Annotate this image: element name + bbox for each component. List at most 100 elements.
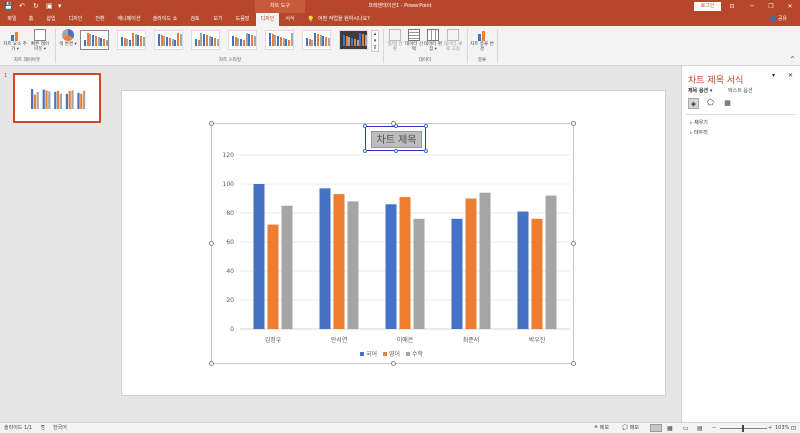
zoom-out-button[interactable]: − — [712, 425, 716, 432]
customize-qat-icon[interactable]: ▾ — [58, 2, 62, 11]
pane-close-icon[interactable]: ✕ — [788, 72, 793, 79]
resize-handle[interactable] — [391, 121, 396, 126]
slide-thumbnail[interactable] — [13, 73, 101, 123]
minimize-button[interactable]: ─ — [742, 0, 762, 13]
quick-layout-button[interactable]: 빠른 레이아웃 ▾ — [29, 29, 51, 52]
style-thumb-bar — [285, 39, 288, 46]
tab-6[interactable]: 슬라이드 쇼 — [147, 13, 183, 26]
style-thumb-bar — [250, 35, 253, 46]
resize-handle[interactable] — [209, 361, 214, 366]
selection-handle[interactable] — [424, 124, 428, 128]
selection-handle[interactable] — [363, 149, 367, 153]
zoom-in-button[interactable]: + — [768, 425, 772, 432]
y-tick-label: 20 — [226, 297, 234, 304]
tab-0[interactable]: 파일 — [2, 13, 22, 26]
chart-title[interactable]: 차트 제목 — [371, 131, 422, 148]
chart-object[interactable]: 0 20 40 60 80 100 120 김정우 안서연 이예은 최준서 박우진 국어 영어 수학 차트 … — [209, 121, 576, 366]
tab-7[interactable]: 검토 — [184, 13, 206, 26]
tab-4[interactable]: 전환 — [89, 13, 111, 26]
size-properties-icon[interactable]: ▦ — [722, 98, 733, 109]
switch-row-column-button[interactable]: 행/열 전환 — [386, 29, 404, 52]
fill-section[interactable]: ▹ 채우기 — [690, 119, 708, 126]
resize-handle[interactable] — [209, 241, 214, 246]
style-thumb-bar — [205, 35, 208, 46]
x-category-label: 이예은 — [397, 336, 414, 344]
slide-canvas[interactable]: 0 20 40 60 80 100 120 김정우 안서연 이예은 최준서 박우진 국어 영어 수학 차트 … — [121, 90, 666, 396]
resize-handle[interactable] — [209, 121, 214, 126]
reading-view-button[interactable]: ▭ — [683, 425, 689, 432]
undo-icon[interactable]: ↶ — [19, 2, 25, 11]
tab-9[interactable]: 도움말 — [230, 13, 255, 26]
add-chart-element-button[interactable]: 차트 요소 추가 ▾ — [3, 29, 27, 52]
border-section[interactable]: ▹ 테두리 — [690, 129, 708, 136]
notes-button[interactable]: ≙ 메모 — [594, 425, 609, 432]
chart-style-1[interactable] — [80, 30, 109, 50]
bar-1-2 — [347, 201, 359, 329]
login-button[interactable]: 로그인 — [694, 2, 721, 11]
tab-11[interactable]: 서식 — [280, 13, 300, 26]
divider — [686, 114, 796, 115]
slideshow-button[interactable]: ▤ — [697, 425, 703, 432]
zoom-slider-thumb[interactable] — [742, 425, 744, 432]
effects-icon[interactable]: ⬠ — [705, 98, 716, 109]
fit-to-window-icon[interactable]: ⊡ — [791, 425, 796, 432]
style-thumb-bar — [356, 40, 359, 46]
resize-handle[interactable] — [571, 361, 576, 366]
thumb-bar — [57, 90, 60, 109]
chart-style-5[interactable] — [228, 30, 257, 50]
text-options-tab[interactable]: 텍스트 옵션 — [728, 87, 753, 94]
title-options-tab[interactable]: 제목 옵션 ▾ — [688, 87, 712, 94]
normal-view-button[interactable] — [650, 424, 662, 432]
start-slideshow-icon[interactable]: ▣ — [46, 2, 53, 11]
selection-handle[interactable] — [424, 149, 428, 153]
zoom-level[interactable]: 103% — [775, 425, 789, 432]
change-chart-type-button[interactable]: 차트 종류 변경 — [470, 29, 494, 52]
chart-style-3[interactable] — [154, 30, 183, 50]
tab-3[interactable]: 디자인 — [63, 13, 88, 26]
fill-line-icon[interactable]: ◈ — [688, 98, 699, 109]
comments-button[interactable]: 💬 메모 — [622, 425, 639, 432]
chart-style-2[interactable] — [117, 30, 146, 50]
tab-1[interactable]: 홈 — [23, 13, 39, 26]
chart-layout-group-label: 차트 레이아웃 — [13, 58, 41, 63]
thumb-bar — [71, 90, 74, 109]
edit-data-button[interactable]: 데이터 편집 ▾ — [424, 29, 442, 52]
separator — [497, 29, 498, 63]
collapse-ribbon-icon[interactable]: ^ — [790, 56, 795, 63]
save-icon[interactable]: 💾 — [4, 2, 13, 11]
resize-handle[interactable] — [571, 241, 576, 246]
y-tick-label: 80 — [226, 210, 234, 217]
chart-style-6[interactable] — [265, 30, 294, 50]
chart-style-8[interactable] — [339, 30, 368, 50]
style-thumb-bar — [174, 40, 177, 46]
select-data-button[interactable]: 데이터 선택 — [405, 29, 423, 52]
tab-8[interactable]: 보기 — [207, 13, 229, 26]
spellcheck-icon[interactable]: ⎘ — [41, 425, 45, 432]
restore-button[interactable]: ❐ — [761, 0, 781, 13]
share-button[interactable]: 👤 공유 — [770, 13, 787, 26]
tab-10[interactable]: 디자인 — [256, 13, 279, 26]
tab-2[interactable]: 삽입 — [40, 13, 62, 26]
tab-5[interactable]: 애니메이션 — [112, 13, 146, 26]
resize-handle[interactable] — [571, 121, 576, 126]
selection-handle[interactable] — [394, 149, 398, 153]
gallery-scroll[interactable]: ▴ ▾ ⊽ — [371, 30, 379, 52]
resize-handle[interactable] — [391, 361, 396, 366]
style-thumb-bar — [211, 37, 214, 46]
style-thumb-bar — [351, 38, 354, 46]
redo-icon[interactable]: ↻ — [33, 2, 39, 11]
change-colors-button[interactable]: 색 변경 ▾ — [58, 29, 78, 47]
close-button[interactable]: ✕ — [780, 0, 800, 13]
chart-style-4[interactable] — [191, 30, 220, 50]
separator — [383, 29, 384, 63]
refresh-data-button[interactable]: 데이터 새로 고침 — [443, 29, 463, 52]
language-indicator[interactable]: 한국어 — [53, 425, 67, 432]
pane-options-icon[interactable]: ▾ — [772, 72, 775, 79]
ribbon-display-options-icon[interactable]: ⊡ — [722, 0, 742, 13]
selection-handle[interactable] — [363, 124, 367, 128]
chart-title-selection[interactable]: 차트 제목 — [363, 124, 428, 153]
tell-me-input[interactable]: 어떤 작업을 원하시나요? — [318, 13, 370, 26]
slide-sorter-button[interactable]: ▦ — [667, 425, 673, 432]
chart-style-7[interactable] — [302, 30, 331, 50]
slide-thumbnail-chart — [31, 89, 86, 109]
